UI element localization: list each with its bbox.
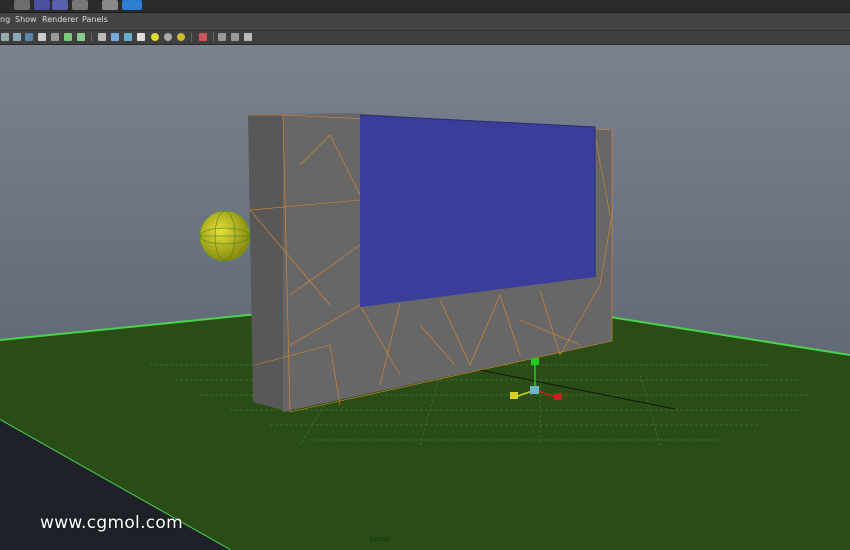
lighting-icon[interactable] xyxy=(38,33,46,41)
textured-cube-icon[interactable] xyxy=(124,33,132,41)
menu-panels[interactable]: Panels xyxy=(82,15,108,24)
textured-icon[interactable] xyxy=(25,33,33,41)
y-axis-handle[interactable] xyxy=(531,358,539,365)
shelf-bar xyxy=(0,0,850,13)
sphere-icon[interactable] xyxy=(164,33,172,41)
watermark: www.cgmol.com xyxy=(40,513,183,533)
menu-show[interactable]: Show xyxy=(15,15,37,24)
wireframe-icon[interactable] xyxy=(1,33,9,41)
toolbar-separator xyxy=(213,33,214,42)
frame-icon[interactable] xyxy=(218,33,226,41)
toolbar-separator xyxy=(191,33,192,42)
viewport-menubar: ng Show Renderer Panels xyxy=(0,13,850,31)
3d-viewport[interactable] xyxy=(0,45,850,550)
xray-icon[interactable] xyxy=(77,33,85,41)
screen-panel xyxy=(360,115,595,307)
lasso-tool-icon[interactable] xyxy=(72,0,88,10)
shadows-icon[interactable] xyxy=(51,33,59,41)
shaded-cube-icon[interactable] xyxy=(111,33,119,41)
select-icon[interactable] xyxy=(199,33,207,41)
cube-icon[interactable] xyxy=(98,33,106,41)
gold-sphere-icon[interactable] xyxy=(177,33,185,41)
sun-icon[interactable] xyxy=(151,33,159,41)
scene-canvas[interactable] xyxy=(0,45,850,550)
center-handle[interactable] xyxy=(530,386,539,394)
checker-icon[interactable] xyxy=(137,33,145,41)
curve-tool-icon[interactable] xyxy=(34,0,50,10)
isolate-icon[interactable] xyxy=(64,33,72,41)
box-icon[interactable] xyxy=(231,33,239,41)
menu-renderer[interactable]: Renderer xyxy=(42,15,79,24)
camera-label: persp xyxy=(370,535,390,543)
x-axis-handle[interactable] xyxy=(554,393,562,400)
sculpt-tool-icon[interactable] xyxy=(102,0,118,10)
maya-logo-icon[interactable] xyxy=(122,0,142,10)
polygon-tool-icon[interactable] xyxy=(52,0,68,10)
pen-tool-icon[interactable] xyxy=(14,0,30,10)
z-axis-handle[interactable] xyxy=(510,392,518,399)
smooth-shade-icon[interactable] xyxy=(13,33,21,41)
menu-shading[interactable]: ng xyxy=(0,15,10,24)
viewport-toolbar xyxy=(0,31,850,45)
toolbar-separator xyxy=(91,33,92,42)
network-icon[interactable] xyxy=(244,33,252,41)
